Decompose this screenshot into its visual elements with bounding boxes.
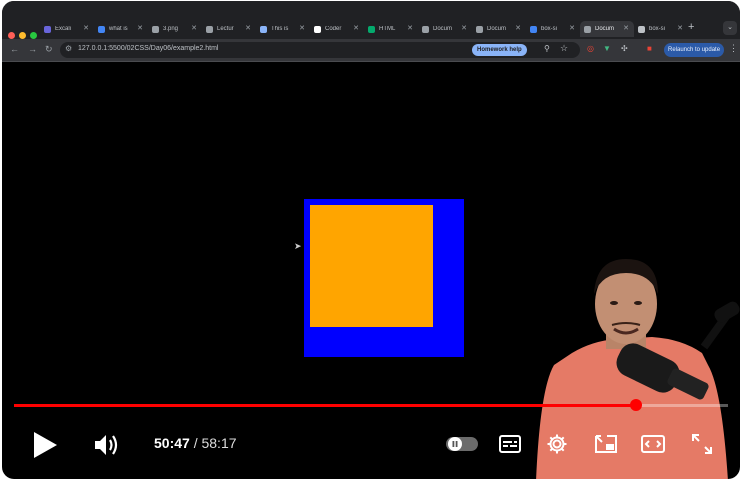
address-bar[interactable]: ⚙ 127.0.0.1:5500/02CSS/Day06/example2.ht… [60,42,580,58]
browser-tab-label: what is [109,26,128,32]
progress-played [14,404,636,407]
close-tab-icon[interactable]: ✕ [191,24,197,32]
excalidraw-icon [44,25,51,33]
fullscreen-icon[interactable] [691,433,713,455]
vue-devtools-icon[interactable]: ▼ [603,44,611,53]
google-icon [98,25,105,33]
back-arrow-icon[interactable]: ← [10,44,19,54]
close-window-button[interactable] [8,32,15,39]
bookmark-star-icon[interactable]: ☆ [560,43,568,54]
inner-orange-box [310,205,433,327]
browser-tab[interactable]: Docum ✕ [418,21,472,37]
close-tab-icon[interactable]: ✕ [515,24,521,32]
close-tab-icon[interactable]: ✕ [677,24,683,32]
globe-icon [422,25,429,33]
reload-icon[interactable]: ↻ [45,44,53,55]
play-icon[interactable] [32,431,58,459]
minimize-window-button[interactable] [19,32,26,39]
progress-bar[interactable] [14,399,728,411]
browser-tab-label: Excali [55,26,72,32]
browser-tab[interactable]: HTML ✕ [364,21,418,37]
current-time: 50:47 [154,435,190,451]
more-menu-icon[interactable]: ⋮ [729,43,738,54]
browser-tab-label: Coder [325,26,342,32]
diamond-icon [260,25,267,33]
theater-mode-icon[interactable] [641,435,665,453]
total-time: 58:17 [201,435,237,451]
tab-strip: Excali ✕ what is ✕ 3.png ✕ Lectur ✕ This is ✕ Code… [40,21,688,37]
close-tab-icon[interactable]: ✕ [461,24,467,32]
page-icon [206,25,213,33]
browser-tab[interactable]: This is ✕ [256,21,310,37]
globe-icon [152,25,159,33]
browser-tab[interactable]: box-si ✕ [634,21,688,37]
browser-tab-label: This is [271,26,289,32]
miniplayer-icon[interactable] [594,434,618,454]
browser-tab[interactable]: box-si ✕ [526,21,580,37]
browser-tab[interactable]: Excali ✕ [40,21,94,37]
close-tab-icon[interactable]: ✕ [299,24,305,32]
close-tab-icon[interactable]: ✕ [569,24,575,32]
browser-tab[interactable]: Docum ✕ [580,21,634,37]
progress-scrubber-handle[interactable] [629,399,642,411]
zoom-icon[interactable]: ⚲ [544,44,550,53]
w3-icon [368,25,375,33]
browser-toolbar: ← → ↻ ⚙ 127.0.0.1:5500/02CSS/Day06/examp… [2,39,740,62]
tab-search-chevron-icon[interactable]: ⌄ [723,21,737,35]
close-tab-icon[interactable]: ✕ [623,24,629,32]
autoplay-toggle[interactable] [446,436,478,452]
volume-icon[interactable] [94,433,120,457]
url-text: 127.0.0.1:5500/02CSS/Day06/example2.html [78,45,219,52]
video-player[interactable]: Excali ✕ what is ✕ 3.png ✕ Lectur ✕ This is ✕ Code… [2,1,740,479]
close-tab-icon[interactable]: ✕ [353,24,359,32]
close-tab-icon[interactable]: ✕ [83,24,89,32]
relaunch-to-update-button[interactable]: Relaunch to update [664,43,725,57]
ai-icon [638,25,645,33]
time-display: 50:47 / 58:17 [154,435,237,451]
close-tab-icon[interactable]: ✕ [137,24,143,32]
settings-gear-icon[interactable] [546,433,568,455]
browser-tab-label: Lectur [217,26,234,32]
time-separator: / [189,435,202,451]
recording-extension-icon[interactable]: ■ [647,44,652,53]
browser-tab-label: box-si [541,26,558,32]
browser-tab[interactable]: Lectur ✕ [202,21,256,37]
browser-tab-bar: Excali ✕ what is ✕ 3.png ✕ Lectur ✕ This is ✕ Code… [2,1,740,39]
browser-tab-label: Docum [595,26,615,32]
globe-icon [476,25,483,33]
homework-help-label: Homework help [477,47,522,53]
new-tab-button[interactable]: + [688,21,694,33]
relaunch-label: Relaunch to update [668,47,721,53]
forward-arrow-icon[interactable]: → [28,44,37,54]
globe-icon [584,25,591,33]
browser-tab-label: Docum [433,26,453,32]
browser-tab-label: HTML [379,26,396,32]
maximize-window-button[interactable] [30,32,37,39]
homework-help-button[interactable]: Homework help [472,44,527,56]
extensions-puzzle-icon[interactable]: ✣ [621,44,628,53]
close-tab-icon[interactable]: ✕ [245,24,251,32]
coder-icon [314,25,321,33]
browser-tab-label: Docum [487,26,507,32]
extension-icon[interactable]: ◎ [587,44,594,53]
browser-tab-label: 3.png [163,26,179,32]
subtitles-icon[interactable] [499,435,521,453]
browser-tab-label: box-si [649,26,666,32]
browser-tab[interactable]: what is ✕ [94,21,148,37]
mouse-cursor-icon: ➤ [294,241,302,251]
site-info-icon[interactable]: ⚙ [65,44,72,53]
browser-tab[interactable]: 3.png ✕ [148,21,202,37]
google-icon [530,25,537,33]
browser-tab[interactable]: Coder ✕ [310,21,364,37]
close-tab-icon[interactable]: ✕ [407,24,413,32]
browser-tab[interactable]: Docum ✕ [472,21,526,37]
